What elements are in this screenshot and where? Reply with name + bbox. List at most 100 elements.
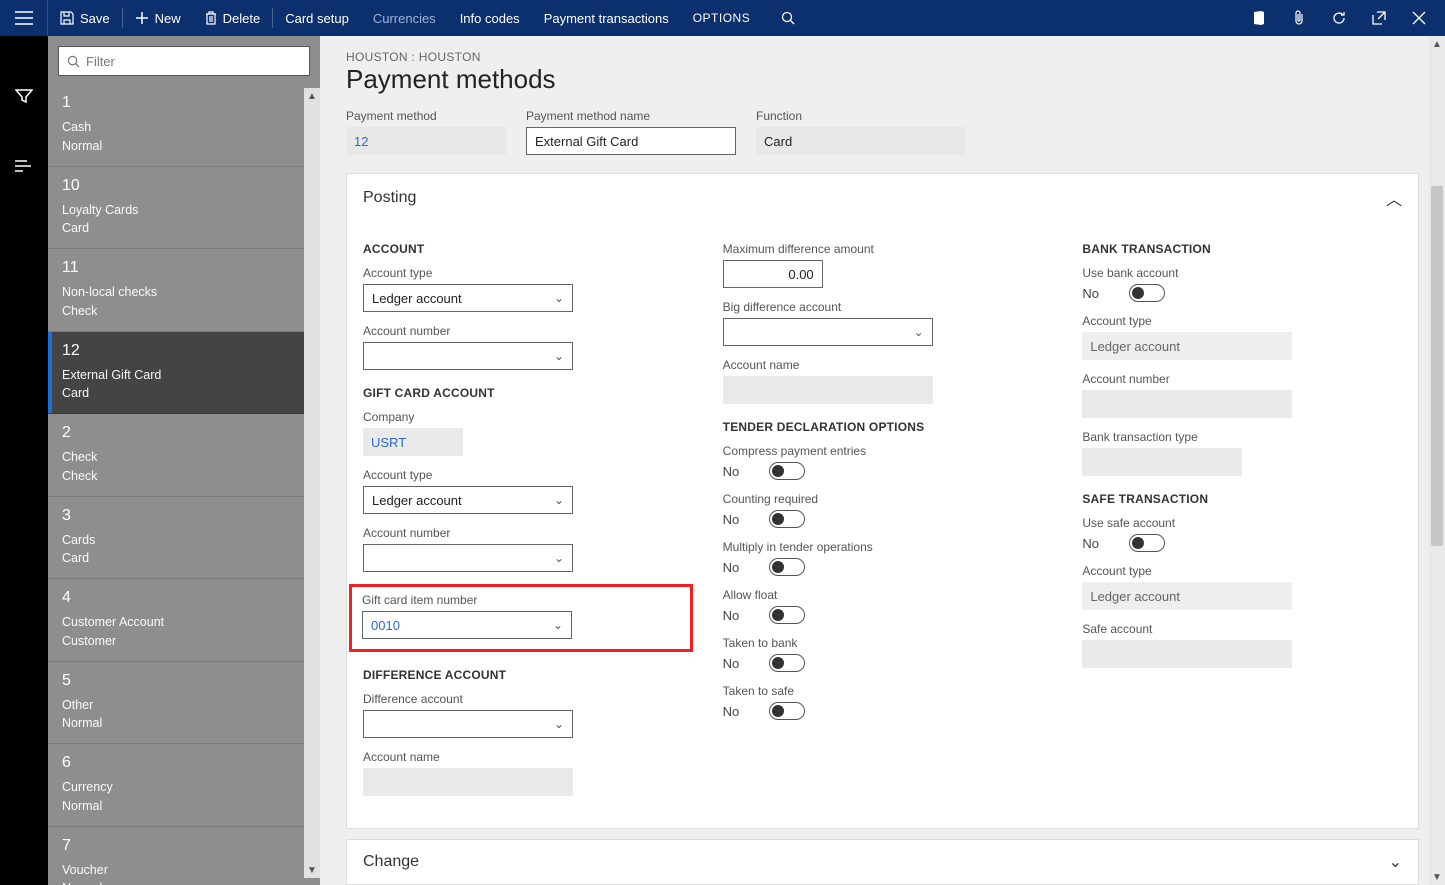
compress-toggle[interactable] — [769, 462, 805, 480]
list-item-id: 7 — [62, 837, 306, 855]
scroll-down-icon[interactable]: ▼ — [1429, 869, 1445, 885]
bank-tx-type-label: Bank transaction type — [1082, 430, 1402, 444]
save-button[interactable]: Save — [48, 0, 122, 36]
trash-icon — [205, 11, 217, 25]
list-item[interactable]: 6 CurrencyNormal — [48, 744, 320, 827]
gift-account-number-label: Account number — [363, 526, 683, 540]
chevron-down-icon: ⌄ — [554, 717, 564, 731]
attach-icon[interactable] — [1281, 0, 1317, 36]
bank-tx-type-value — [1082, 448, 1242, 476]
gift-item-select[interactable]: 0010⌄ — [362, 611, 572, 639]
taken-bank-toggle[interactable] — [769, 654, 805, 672]
currencies-button[interactable]: Currencies — [361, 0, 448, 36]
hamburger-icon — [15, 11, 33, 25]
list-item[interactable]: 5OtherNormal — [48, 662, 320, 745]
max-diff-input[interactable]: 0.00 — [723, 260, 823, 288]
multiply-label: Multiply in tender operations — [723, 540, 1043, 554]
refresh-icon[interactable] — [1321, 0, 1357, 36]
allow-float-toggle[interactable] — [769, 606, 805, 624]
chevron-down-icon: ⌄ — [1389, 852, 1402, 872]
payment-transactions-button[interactable]: Payment transactions — [532, 0, 681, 36]
scroll-thumb[interactable] — [1431, 186, 1443, 546]
list-item-fn: Normal — [62, 714, 306, 733]
big-diff-select[interactable]: ⌄ — [723, 318, 933, 346]
list-item-name: Currency — [62, 778, 306, 797]
change-panel-header[interactable]: Change ⌄ — [347, 840, 1418, 884]
filter-rail-icon[interactable] — [0, 76, 48, 116]
list-item-name: Other — [62, 696, 306, 715]
posting-panel-header[interactable]: Posting ︿ — [347, 174, 1418, 222]
save-label: Save — [80, 11, 110, 26]
allow-float-label: Allow float — [723, 588, 1043, 602]
difference-account-name-label: Account name — [363, 750, 683, 764]
list-item-name: Loyalty Cards — [62, 201, 306, 220]
company-value[interactable]: USRT — [363, 428, 463, 456]
list-item-fn: Normal — [62, 797, 306, 816]
list-item-name: External Gift Card — [62, 366, 306, 385]
difference-account-select[interactable]: ⌄ — [363, 710, 573, 738]
counting-toggle[interactable] — [769, 510, 805, 528]
list-item[interactable]: 4Customer AccountCustomer — [48, 579, 320, 662]
options-button[interactable]: OPTIONS — [681, 0, 763, 36]
popout-icon[interactable] — [1361, 0, 1397, 36]
list-scrollbar[interactable]: ▲ ▼ — [304, 88, 320, 878]
use-bank-value: No — [1082, 286, 1099, 301]
list-item[interactable]: 10Loyalty CardsCard — [48, 167, 320, 250]
list-item[interactable]: 11Non-local checksCheck — [48, 249, 320, 332]
gift-account-type-select[interactable]: Ledger account⌄ — [363, 486, 573, 514]
list-item-id: 1 — [62, 94, 306, 112]
list-item[interactable]: 12External Gift CardCard — [48, 332, 320, 415]
multiply-toggle[interactable] — [769, 558, 805, 576]
list-item[interactable]: 3CardsCard — [48, 497, 320, 580]
fn-value[interactable]: Card — [756, 127, 966, 155]
card-setup-button[interactable]: Card setup — [273, 0, 361, 36]
use-bank-toggle[interactable] — [1129, 284, 1165, 302]
list-item[interactable]: 2CheckCheck — [48, 414, 320, 497]
chevron-up-icon: ︿ — [1386, 186, 1402, 210]
counting-value: No — [723, 512, 740, 527]
filter-box[interactable] — [58, 46, 310, 76]
search-icon — [67, 55, 80, 68]
highlighted-gift-item-region: Gift card item number 0010⌄ — [349, 584, 693, 652]
safe-account-type-select: Ledger account — [1082, 582, 1292, 610]
account-type-select[interactable]: Ledger account⌄ — [363, 284, 573, 312]
chevron-down-icon: ⌄ — [554, 493, 564, 507]
list-rail-icon[interactable] — [0, 146, 48, 186]
list-item-fn: Customer — [62, 632, 306, 651]
search-button[interactable] — [770, 0, 806, 36]
main-scrollbar[interactable]: ▲ ▼ — [1429, 36, 1445, 885]
chevron-down-icon: ⌄ — [554, 551, 564, 565]
taken-bank-value: No — [723, 656, 740, 671]
use-safe-toggle[interactable] — [1129, 534, 1165, 552]
pm-value[interactable]: 12 — [346, 127, 506, 155]
filter-input[interactable] — [86, 54, 301, 69]
scroll-up-icon[interactable]: ▲ — [304, 88, 320, 104]
close-icon[interactable] — [1401, 0, 1437, 36]
pmn-input[interactable]: External Gift Card — [526, 127, 736, 155]
list-item-name: Voucher — [62, 861, 306, 880]
delete-button[interactable]: Delete — [193, 0, 273, 36]
compress-value: No — [723, 464, 740, 479]
bank-section-header: BANK TRANSACTION — [1082, 242, 1402, 256]
list-item[interactable]: 1CashNormal — [48, 84, 320, 167]
gift-account-type-label: Account type — [363, 468, 683, 482]
taken-bank-label: Taken to bank — [723, 636, 1043, 650]
bank-account-number-label: Account number — [1082, 372, 1402, 386]
fn-label: Function — [756, 109, 966, 123]
scroll-up-icon[interactable]: ▲ — [1429, 36, 1445, 52]
chevron-down-icon: ⌄ — [554, 291, 564, 305]
list-item-id: 6 — [62, 754, 306, 772]
breadcrumb: HOUSTON : HOUSTON — [320, 36, 1445, 64]
info-codes-button[interactable]: Info codes — [448, 0, 532, 36]
office-icon[interactable] — [1241, 0, 1277, 36]
list-item-fn: Card — [62, 384, 306, 403]
gift-account-number-select[interactable]: ⌄ — [363, 544, 573, 572]
account-number-select[interactable]: ⌄ — [363, 342, 573, 370]
taken-safe-toggle[interactable] — [769, 702, 805, 720]
list-item[interactable]: 7VoucherNormal — [48, 827, 320, 885]
use-bank-label: Use bank account — [1082, 266, 1402, 280]
scroll-down-icon[interactable]: ▼ — [304, 862, 320, 878]
new-button[interactable]: New — [123, 0, 193, 36]
use-safe-label: Use safe account — [1082, 516, 1402, 530]
hamburger-menu[interactable] — [0, 0, 48, 36]
